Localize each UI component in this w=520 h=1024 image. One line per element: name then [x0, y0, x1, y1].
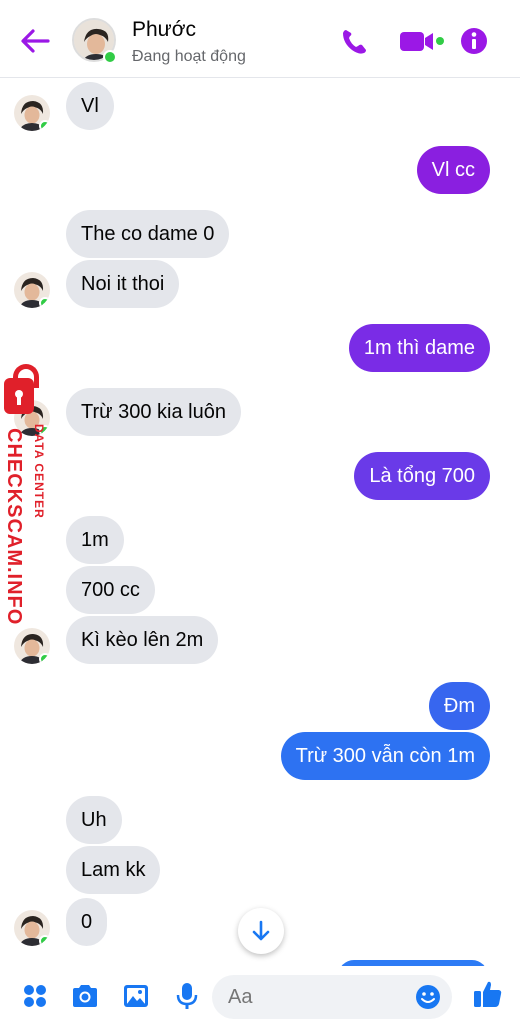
message-bubble[interactable]: Đm — [428, 682, 490, 730]
online-indicator — [39, 297, 50, 308]
message-bubble[interactable]: Vl cc — [416, 146, 490, 194]
chat-header: Phước Đang hoạt động — [0, 0, 520, 78]
message-bubble[interactable]: 1m — [66, 516, 124, 564]
contact-avatar-small — [14, 95, 50, 131]
phone-icon[interactable] — [340, 26, 368, 56]
lock-icon — [4, 378, 34, 414]
message-bubble[interactable]: 1m thì dame — [348, 324, 490, 372]
scroll-to-bottom-button[interactable] — [238, 908, 284, 954]
message-bubble[interactable]: Trừ 300 kia luôn — [66, 388, 241, 436]
message-bubble[interactable]: Uh — [66, 796, 122, 844]
message-bubble[interactable]: Noi it thoi — [66, 260, 180, 308]
online-indicator — [39, 120, 50, 131]
message-bubble[interactable]: 700 cc — [66, 566, 155, 614]
message-bubble[interactable]: The co dame 0 — [66, 210, 230, 258]
message-bubble[interactable]: Vl — [66, 82, 114, 130]
video-camera-icon[interactable] — [398, 26, 446, 56]
online-indicator — [39, 935, 50, 946]
image-icon[interactable] — [121, 981, 151, 1011]
message-input-box[interactable] — [212, 975, 452, 1019]
camera-icon[interactable] — [70, 981, 100, 1011]
message-input[interactable] — [228, 975, 408, 1019]
info-icon[interactable] — [460, 26, 488, 56]
contact-avatar-small — [14, 272, 50, 308]
emoji-icon[interactable] — [415, 984, 441, 1010]
arrow-down-icon — [252, 920, 270, 941]
message-bubble[interactable]: Lam kk — [66, 846, 161, 894]
message-composer — [0, 966, 520, 1024]
active-status: Đang hoạt động — [132, 48, 246, 65]
message-bubble[interactable]: 0 — [66, 898, 108, 946]
contact-avatar-small — [14, 910, 50, 946]
checkscam-watermark: CHECKSCAM.INFO DATA CENTER — [0, 364, 60, 636]
like-thumb-icon[interactable] — [472, 978, 504, 1010]
watermark-sub-text: DATA CENTER — [32, 424, 46, 519]
back-arrow-icon[interactable] — [18, 26, 52, 56]
message-bubble[interactable]: Là tổng 700 — [354, 452, 490, 500]
grid-menu-icon[interactable] — [20, 981, 50, 1011]
contact-name[interactable]: Phước — [132, 18, 196, 42]
online-indicator — [103, 50, 117, 64]
message-bubble[interactable]: Trừ 300 vẫn còn 1m — [280, 732, 490, 780]
watermark-main-text: CHECKSCAM.INFO — [3, 428, 25, 626]
online-indicator — [39, 653, 50, 664]
message-bubble[interactable]: Kì kèo lên 2m — [66, 616, 219, 664]
microphone-icon[interactable] — [172, 981, 202, 1011]
